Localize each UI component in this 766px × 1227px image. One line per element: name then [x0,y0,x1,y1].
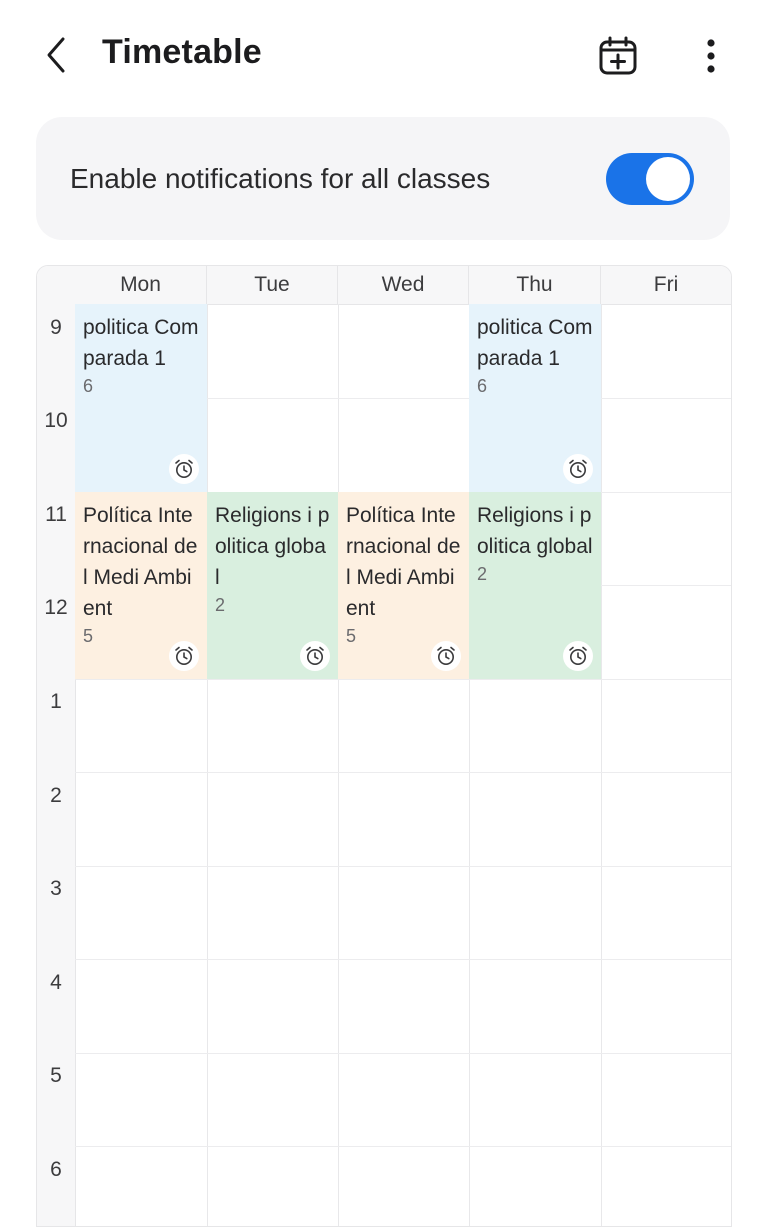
notifications-toggle[interactable] [606,153,694,205]
more-options-button[interactable] [690,30,732,82]
hour-label: 10 [44,409,68,432]
alarm-button[interactable] [169,641,199,671]
day-header-tue: Tue [207,266,338,304]
alarm-icon [175,646,193,665]
add-class-button[interactable] [592,30,644,82]
class-name: Política Internacional del Medi Ambient [346,504,461,620]
row-divider [75,1146,731,1147]
class-block[interactable]: Política Internacional del Medi Ambient … [338,492,469,679]
class-block[interactable]: Religions i politica global 2 [207,492,338,679]
day-header-fri: Fri [653,273,679,296]
hour-label: 9 [50,316,62,339]
column-divider [601,304,602,1226]
day-header-row: Mon Tue Wed Thu Fri [75,266,731,305]
class-block[interactable]: politica Comparada 1 6 [75,304,207,492]
class-room: 2 [477,564,488,584]
class-name: politica Comparada 1 [477,316,593,370]
chevron-left-icon [47,37,65,73]
alarm-button[interactable] [563,641,593,671]
hour-label: 1 [50,690,62,713]
alarm-icon [569,646,587,665]
row-divider [75,1053,731,1054]
alarm-icon [437,646,455,665]
alarm-button[interactable] [300,641,330,671]
row-divider [75,866,731,867]
class-block[interactable]: politica Comparada 1 6 [469,304,601,492]
back-button[interactable] [34,30,78,80]
class-name: Religions i politica global [477,504,593,558]
alarm-icon [569,459,587,478]
class-room: 6 [477,376,488,396]
class-block[interactable]: Política Internacional del Medi Ambient … [75,492,207,679]
toggle-knob [646,157,690,201]
hour-label: 6 [50,1158,62,1181]
row-divider [75,679,731,680]
hour-label: 5 [50,1064,62,1087]
hour-label: 3 [50,877,62,900]
class-name: Política Internacional del Medi Ambient [83,504,198,620]
app-header: Timetable [0,0,766,112]
timetable-grid: Mon Tue Wed Thu Fri 9 10 11 12 1 2 3 4 5… [36,265,732,1227]
hour-label: 4 [50,971,62,994]
day-header-mon: Mon [75,266,207,304]
more-vertical-icon [707,39,715,73]
column-divider [207,304,208,1226]
class-room: 2 [215,595,226,615]
class-name: politica Comparada 1 [83,316,199,370]
page-title: Timetable [102,33,262,71]
alarm-icon [306,646,324,665]
day-header-wed: Wed [338,266,469,304]
calendar-add-icon [599,36,637,75]
hour-label: 2 [50,784,62,807]
row-divider [75,959,731,960]
alarm-button[interactable] [431,641,461,671]
notifications-label: Enable notifications for all classes [70,163,491,194]
hour-label: 11 [45,503,67,526]
column-divider [338,304,339,1226]
alarm-button[interactable] [563,454,593,484]
day-header-thu: Thu [469,266,601,304]
class-room: 6 [83,376,94,396]
hour-label: 12 [44,596,68,619]
class-block[interactable]: Religions i politica global 2 [469,492,601,679]
row-divider [75,772,731,773]
alarm-icon [175,459,193,478]
alarm-button[interactable] [169,454,199,484]
class-name: Religions i politica global [215,504,330,589]
notifications-card: Enable notifications for all classes [36,117,730,240]
